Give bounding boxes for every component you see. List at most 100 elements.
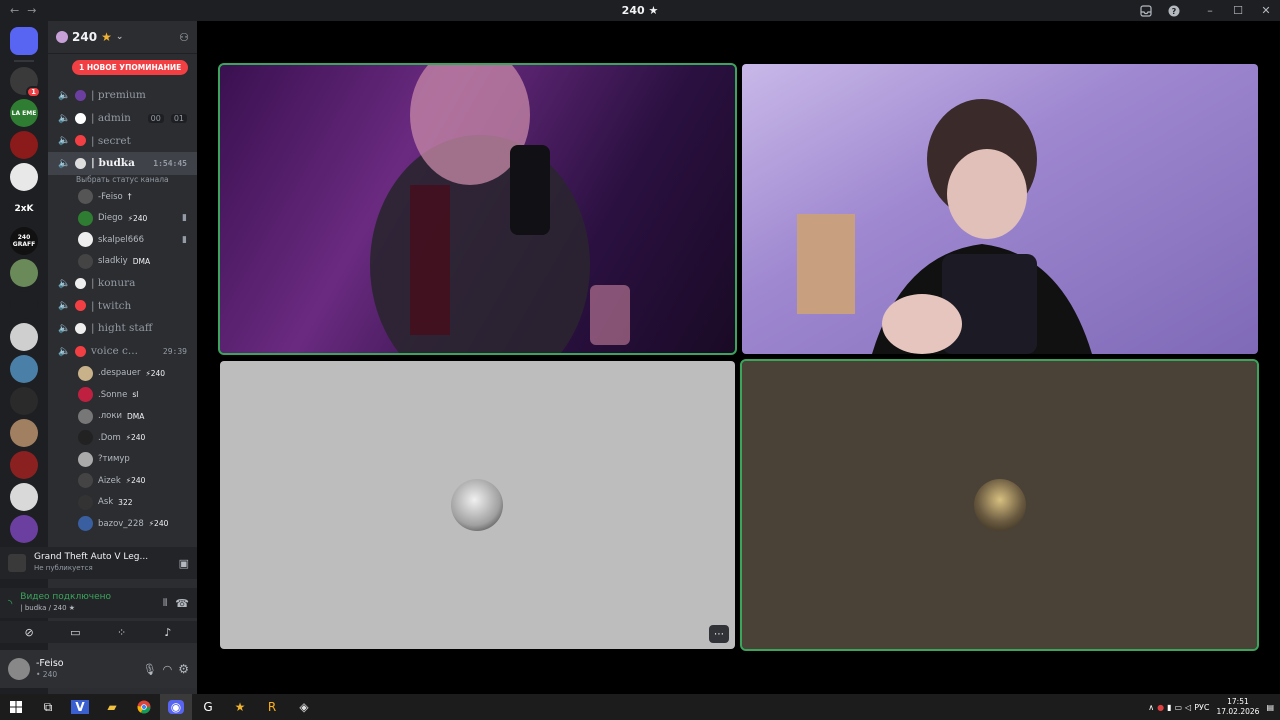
discord-home-icon[interactable] <box>10 27 38 55</box>
channel-name: | admin <box>91 112 131 125</box>
voice-member[interactable]: Ask 322 <box>48 492 197 514</box>
voice-member[interactable]: .despauer ⚡240 <box>48 363 197 385</box>
activities-icon[interactable]: ⁘ <box>105 623 139 641</box>
system-tray: ∧ ● ▮ ▭ ◁ РУС 17:51 17.02.2026 ▤ <box>1148 694 1280 720</box>
member-name: Aizek <box>98 475 121 486</box>
server-header[interactable]: 240 ★ ⌄ ⚇ <box>48 21 197 54</box>
voice-member[interactable]: sladkiy DMA <box>48 250 197 272</box>
avatar <box>78 473 93 489</box>
voice-channel-10[interactable]: 🔈 | konura <box>48 272 197 295</box>
server-icon-6[interactable]: 240 GRAFF <box>10 227 38 255</box>
server-icon-9[interactable] <box>10 323 38 351</box>
chevron-down-icon: ⌄ <box>115 32 124 42</box>
inbox-icon[interactable] <box>1132 0 1160 21</box>
video-tile-3[interactable]: ⋯ <box>220 361 735 649</box>
server-icon-11[interactable] <box>10 387 38 415</box>
user-panel: -Feiso • 240 🎙 ◠ ⚙ <box>0 650 197 688</box>
game-sub: Не публикуется <box>34 564 93 572</box>
server-icon-14[interactable] <box>10 483 38 511</box>
avatar <box>78 365 93 381</box>
app-g-icon[interactable]: G <box>192 694 224 720</box>
file-explorer-icon[interactable]: ▰ <box>96 694 128 720</box>
network-icon[interactable]: ▭ <box>1174 703 1182 712</box>
voice-member[interactable]: Diego ⚡240 ▮ <box>48 207 197 229</box>
windows-start-icon[interactable] <box>0 694 32 720</box>
channel-name: | budka <box>91 157 135 170</box>
voice-member[interactable]: .Dom ⚡240 <box>48 427 197 449</box>
new-mention-pill[interactable]: 1 НОВОЕ УПОМИНАНИЕ <box>72 60 189 75</box>
close-button[interactable]: ✕ <box>1252 0 1280 21</box>
speaker-icon: 🔈 <box>58 300 71 312</box>
channel-status[interactable]: Выбрать статус канала <box>76 175 169 184</box>
video-tile-4[interactable] <box>740 359 1259 651</box>
windows-taskbar: ⧉ V ▰ ◉ G ★ R ◈ ∧ ● ▮ ▭ ◁ РУС 17:51 17.0… <box>0 694 1280 720</box>
screen-share-icon[interactable]: ▭ <box>58 623 92 641</box>
microphone-tray-icon[interactable]: ▮ <box>1167 703 1171 712</box>
voice-channel-0[interactable]: 🔈 | premium <box>48 84 197 107</box>
help-icon[interactable]: ? <box>1160 0 1188 21</box>
rockstar-icon[interactable]: R <box>256 694 288 720</box>
voice-member[interactable]: ?тимур <box>48 449 197 471</box>
notification-icon[interactable]: ▤ <box>1266 703 1274 712</box>
disconnect-icon[interactable]: ☎ <box>175 597 189 610</box>
server-icon-2[interactable]: LA EME <box>10 99 38 127</box>
gear-icon[interactable]: ⚙ <box>178 662 189 676</box>
voice-member[interactable]: bazov_228 ⚡240 <box>48 513 197 535</box>
voice-member[interactable]: -Feiso † <box>48 186 197 208</box>
voice-channel-11[interactable]: 🔈 | twitch <box>48 294 197 317</box>
chevron-up-icon[interactable]: ∧ <box>1148 703 1154 712</box>
server-icon-5[interactable]: 2xK <box>10 195 38 223</box>
server-icon-12[interactable] <box>10 419 38 447</box>
back-button[interactable]: ← <box>10 4 19 17</box>
signal-icon[interactable]: ◝ <box>8 597 12 610</box>
stream-icon[interactable]: ▣ <box>179 557 189 570</box>
more-options-icon[interactable]: ⋯ <box>709 625 729 643</box>
server-icon-13[interactable] <box>10 451 38 479</box>
task-view-icon[interactable]: ⧉ <box>32 694 64 720</box>
volume-icon[interactable]: ◁ <box>1185 703 1191 712</box>
call-duration: 29:39 <box>162 346 187 356</box>
server-icon-8[interactable] <box>10 291 38 319</box>
server-icon-1[interactable]: 1 <box>10 67 41 98</box>
voice-member[interactable]: .Sonne sl <box>48 384 197 406</box>
voice-channel[interactable]: | budka / 240 ★ <box>20 603 155 614</box>
add-member-icon[interactable]: ⚇ <box>179 31 189 44</box>
voice-member[interactable]: .локи DMA <box>48 406 197 428</box>
voice-channel-3[interactable]: 🔈 | budka 1:54:45 <box>48 152 197 175</box>
server-icon-3[interactable] <box>10 131 38 159</box>
noise-icon[interactable]: ⦀ <box>163 598 167 609</box>
activity-panel: Grand Theft Auto V Leg... Не публикуется… <box>0 547 197 579</box>
microphone-icon[interactable]: 🎙 <box>143 663 157 676</box>
shield-app-icon[interactable]: ◈ <box>288 694 320 720</box>
star-app-icon[interactable]: ★ <box>224 694 256 720</box>
language-indicator[interactable]: РУС <box>1194 703 1209 712</box>
system-clock[interactable]: 17:51 17.02.2026 <box>1216 697 1259 717</box>
avatar[interactable] <box>8 658 30 680</box>
user-sub: • 240 <box>36 670 58 679</box>
camera-off-icon[interactable]: ⊘ <box>12 623 46 641</box>
vpn-app-icon[interactable]: V <box>64 694 96 720</box>
video-tile-1[interactable] <box>218 63 737 355</box>
minimize-button[interactable]: – <box>1196 0 1224 21</box>
discord-taskbar-icon[interactable]: ◉ <box>160 694 192 720</box>
voice-member[interactable]: Aizek ⚡240 <box>48 470 197 492</box>
soundboard-icon[interactable]: ♪ <box>151 623 185 641</box>
voice-channel-1[interactable]: 🔈 | admin 00 01 <box>48 107 197 130</box>
voice-member[interactable]: skalpel666 ▮ <box>48 229 197 251</box>
server-icon-10[interactable] <box>10 355 38 383</box>
voice-channel-12[interactable]: 🔈 | hight staff <box>48 317 197 340</box>
forward-button[interactable]: → <box>27 4 36 17</box>
member-name: .Sonne <box>98 389 128 400</box>
voice-status[interactable]: Видео подключено <box>20 592 155 603</box>
voice-channel-13[interactable]: 🔈 voice c... 29:39 <box>48 340 197 363</box>
server-icon-15[interactable] <box>10 515 38 543</box>
voice-channel-2[interactable]: 🔈 | secret <box>48 129 197 152</box>
maximize-button[interactable]: ☐ <box>1224 0 1252 21</box>
headphones-icon[interactable]: ◠ <box>163 663 173 676</box>
server-icon-7[interactable] <box>10 259 38 287</box>
chrome-icon[interactable] <box>128 694 160 720</box>
video-tile-2[interactable] <box>742 64 1258 354</box>
tray-app-icon[interactable]: ● <box>1157 703 1164 712</box>
server-icon-4[interactable] <box>10 163 38 191</box>
avatar <box>78 253 93 269</box>
